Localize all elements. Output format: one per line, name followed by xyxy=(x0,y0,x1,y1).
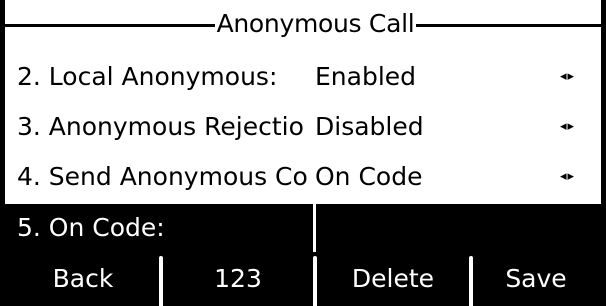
field-divider xyxy=(313,204,316,252)
menu-item-value: Enabled xyxy=(315,62,417,91)
title-rule-right xyxy=(416,24,601,27)
left-right-arrows-icon[interactable]: ◂▸ xyxy=(560,102,575,152)
menu-item-label: 5. On Code: xyxy=(17,213,165,242)
delete-softkey[interactable]: Delete xyxy=(315,252,471,306)
menu-item-label: 4. Send Anonymous Co xyxy=(17,162,308,191)
save-softkey[interactable]: Save xyxy=(471,252,601,306)
menu-item-local-anonymous[interactable]: 2. Local Anonymous: Enabled ◂▸ xyxy=(5,52,601,102)
menu-item-anonymous-rejection[interactable]: 3. Anonymous Rejectio Disabled ◂▸ xyxy=(5,102,601,152)
input-mode-softkey[interactable]: 123 xyxy=(161,252,315,306)
title-bar: Anonymous Call xyxy=(5,0,601,52)
menu-item-value: On Code xyxy=(315,162,423,191)
softkey-bar: Back 123 Delete Save xyxy=(5,252,601,306)
back-softkey[interactable]: Back xyxy=(5,252,161,306)
page-title: Anonymous Call xyxy=(216,9,415,38)
left-right-arrows-icon[interactable]: ◂▸ xyxy=(560,152,575,202)
menu-item-label: 2. Local Anonymous: xyxy=(17,62,278,91)
settings-menu-list: 2. Local Anonymous: Enabled ◂▸ 3. Anonym… xyxy=(5,52,601,252)
menu-item-on-code[interactable]: 5. On Code: xyxy=(5,204,601,252)
menu-item-send-anonymous-code[interactable]: 4. Send Anonymous Co On Code ◂▸ xyxy=(5,152,601,202)
phone-lcd-screen: Anonymous Call 2. Local Anonymous: Enabl… xyxy=(0,0,606,306)
left-right-arrows-icon[interactable]: ◂▸ xyxy=(560,52,575,102)
title-rule-left xyxy=(5,24,215,27)
menu-item-value: Disabled xyxy=(315,112,424,141)
menu-item-label: 3. Anonymous Rejectio xyxy=(17,112,304,141)
